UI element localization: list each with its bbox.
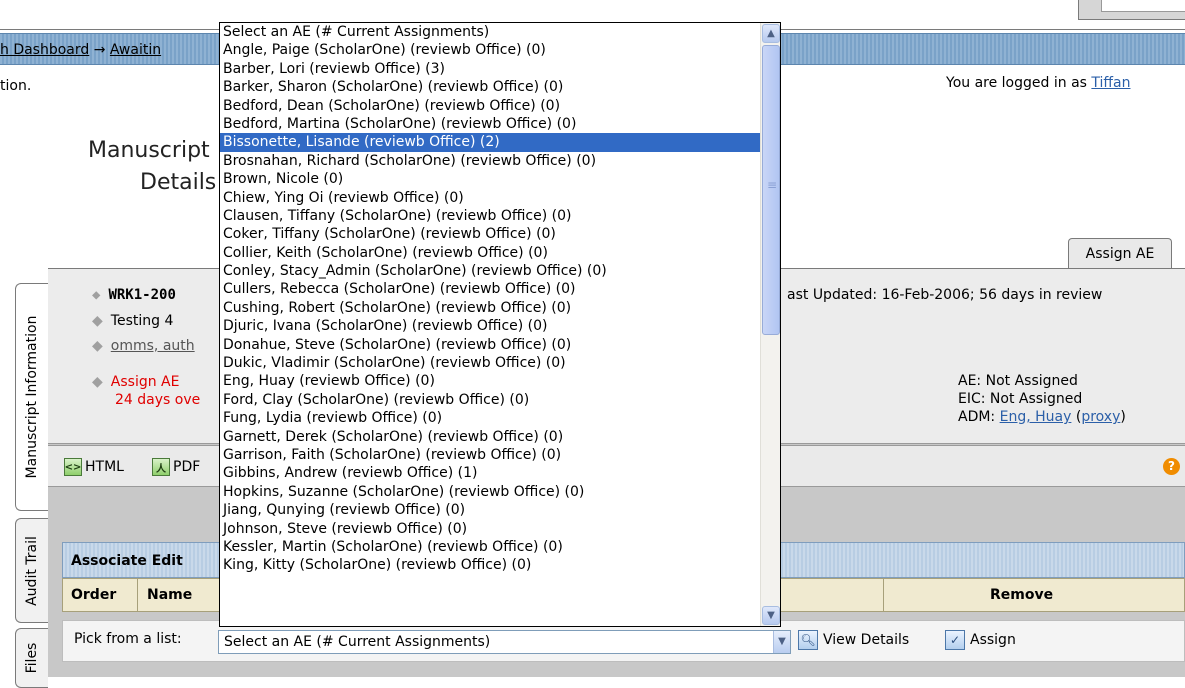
- dropdown-option[interactable]: Donahue, Steve (ScholarOne) (reviewb Off…: [220, 336, 760, 354]
- code-icon: <>: [64, 458, 82, 476]
- magnifier-icon: 🔍︎: [798, 630, 818, 650]
- info-text: tion.: [0, 78, 32, 94]
- dropdown-option[interactable]: Coker, Tiffany (ScholarOne) (reviewb Off…: [220, 225, 760, 243]
- bullet-icon: ◆: [92, 313, 103, 329]
- pdf-button-label: PDF: [173, 459, 201, 475]
- view-details-label: View Details: [823, 632, 910, 648]
- dropdown-option[interactable]: Bedford, Dean (ScholarOne) (reviewb Offi…: [220, 97, 760, 115]
- view-details-button[interactable]: 🔍︎ View Details: [798, 630, 909, 650]
- breadcrumb-awaiting-link[interactable]: Awaitin: [110, 42, 161, 58]
- dropdown-option[interactable]: Bissonette, Lisande (reviewb Office) (2): [220, 133, 760, 152]
- scroll-up-icon[interactable]: ▲: [762, 24, 780, 43]
- manuscript-authors: ◆ omms, auth: [92, 338, 195, 354]
- tab-manuscript-information[interactable]: Manuscript Information: [15, 283, 48, 511]
- manuscript-status: ◆ Assign AE: [92, 374, 179, 390]
- column-divider: [883, 579, 884, 611]
- dropdown-option[interactable]: Brosnahan, Richard (ScholarOne) (reviewb…: [220, 152, 760, 170]
- column-remove: Remove: [990, 587, 1054, 603]
- dropdown-option[interactable]: Angle, Paige (ScholarOne) (reviewb Offic…: [220, 41, 760, 59]
- dropdown-option[interactable]: Barker, Sharon (ScholarOne) (reviewb Off…: [220, 78, 760, 96]
- checkmark-icon: ✓: [945, 630, 965, 650]
- logged-in-prefix: You are logged in as: [946, 75, 1087, 91]
- dropdown-option[interactable]: Garrison, Faith (ScholarOne) (reviewb Of…: [220, 446, 760, 464]
- dropdown-option[interactable]: Conley, Stacy_Admin (ScholarOne) (review…: [220, 262, 760, 280]
- dropdown-option[interactable]: Garnett, Derek (ScholarOne) (reviewb Off…: [220, 428, 760, 446]
- column-order: Order: [71, 587, 117, 603]
- eic-status: EIC: Not Assigned: [958, 391, 1083, 407]
- dropdown-option[interactable]: Johnson, Steve (reviewb Office) (0): [220, 520, 760, 538]
- scrollbar-thumb[interactable]: [762, 45, 780, 335]
- dropdown-option[interactable]: Kessler, Martin (ScholarOne) (reviewb Of…: [220, 538, 760, 556]
- adm-proxy-link[interactable]: proxy: [1081, 409, 1120, 425]
- dropdown-option[interactable]: Select an AE (# Current Assignments): [220, 23, 760, 41]
- dropdown-option[interactable]: Chiew, Ying Oi (reviewb Office) (0): [220, 189, 760, 207]
- breadcrumb-dashboard-link[interactable]: h Dashboard: [0, 42, 89, 58]
- dropdown-option[interactable]: Bedford, Martina (ScholarOne) (reviewb O…: [220, 115, 760, 133]
- dropdown-option[interactable]: Djuric, Ivana (ScholarOne) (reviewb Offi…: [220, 317, 760, 335]
- dropdown-option[interactable]: Brown, Nicole (0): [220, 170, 760, 188]
- page-title: Manuscript: [88, 138, 210, 163]
- tab-manuscript-information-label: Manuscript Information: [24, 315, 40, 479]
- tab-assign-ae[interactable]: Assign AE: [1068, 238, 1172, 268]
- dropdown-option[interactable]: Cullers, Rebecca (ScholarOne) (reviewb O…: [220, 280, 760, 298]
- dropdown-option[interactable]: Barber, Lori (reviewb Office) (3): [220, 60, 760, 78]
- breadcrumb-items: h Dashboard → Awaitin: [0, 42, 161, 58]
- breadcrumb-separator: →: [93, 42, 106, 58]
- dropdown-option[interactable]: Collier, Keith (ScholarOne) (reviewb Off…: [220, 244, 760, 262]
- tab-files-label: Files: [24, 642, 40, 674]
- editor-assignments: AE: Not Assigned EIC: Not Assigned ADM: …: [958, 372, 1126, 426]
- ae-select[interactable]: Select an AE (# Current Assignments) ▼: [218, 630, 791, 654]
- dropdown-option[interactable]: Jiang, Qunying (reviewb Office) (0): [220, 501, 760, 519]
- manuscript-title-text: Testing 4: [110, 313, 174, 329]
- tab-files[interactable]: Files: [15, 628, 48, 688]
- ae-dropdown-list[interactable]: Select an AE (# Current Assignments) Angl…: [219, 22, 781, 627]
- ae-status: AE: Not Assigned: [958, 373, 1078, 389]
- logged-in-text: You are logged in as Tiffan: [946, 75, 1131, 91]
- bullet-icon: ◆: [92, 374, 103, 390]
- dropdown-options: Select an AE (# Current Assignments) Angl…: [220, 23, 760, 575]
- tab-audit-trail[interactable]: Audit Trail: [15, 518, 48, 623]
- column-divider: [137, 579, 138, 611]
- help-icon[interactable]: ?: [1163, 458, 1180, 475]
- assign-button[interactable]: ✓ Assign: [945, 630, 1016, 650]
- pdf-icon: 人: [152, 458, 170, 476]
- manuscript-authors-link[interactable]: omms, auth: [111, 338, 195, 354]
- manuscript-status-overdue: 24 days ove: [115, 392, 201, 408]
- dropdown-option[interactable]: Eng, Huay (reviewb Office) (0): [220, 372, 760, 390]
- dropdown-option[interactable]: Cushing, Robert (ScholarOne) (reviewb Of…: [220, 299, 760, 317]
- ae-select-value: Select an AE (# Current Assignments): [224, 634, 491, 650]
- dropdown-option[interactable]: Ford, Clay (ScholarOne) (reviewb Office)…: [220, 391, 760, 409]
- dropdown-option[interactable]: Fung, Lydia (reviewb Office) (0): [220, 409, 760, 427]
- dropdown-option[interactable]: Gibbins, Andrew (reviewb Office) (1): [220, 464, 760, 482]
- manuscript-id-text: WRK1-200: [108, 287, 176, 303]
- html-button-label: HTML: [85, 459, 124, 475]
- logged-in-user-link[interactable]: Tiffan: [1091, 75, 1130, 91]
- column-name: Name: [147, 587, 193, 603]
- page-subtitle: Details: [140, 170, 217, 195]
- manuscript-status-text: Assign AE: [110, 374, 180, 390]
- dropdown-option[interactable]: Clausen, Tiffany (ScholarOne) (reviewb O…: [220, 207, 760, 225]
- dropdown-option[interactable]: Hopkins, Suzanne (ScholarOne) (reviewb O…: [220, 483, 760, 501]
- chevron-down-icon[interactable]: ▼: [773, 631, 790, 653]
- top-search-box[interactable]: [1078, 0, 1185, 20]
- adm-label: ADM:: [958, 409, 996, 425]
- tab-audit-trail-label: Audit Trail: [24, 535, 40, 606]
- dropdown-option[interactable]: King, Kitty (ScholarOne) (reviewb Office…: [220, 556, 760, 574]
- last-updated-text: ast Updated: 16-Feb-2006; 56 days in rev…: [787, 287, 1103, 303]
- manuscript-id: ◆ WRK1-200: [92, 287, 176, 303]
- dropdown-option[interactable]: Dukic, Vladimir (ScholarOne) (reviewb Of…: [220, 354, 760, 372]
- adm-name-link[interactable]: Eng, Huay: [1000, 409, 1072, 425]
- dropdown-scrollbar[interactable]: ▲ ▼: [760, 23, 780, 626]
- bullet-icon: ◆: [92, 338, 103, 354]
- bullet-icon: ◆: [92, 287, 101, 303]
- pdf-button[interactable]: 人 PDF: [152, 458, 200, 476]
- adm-status: ADM: Eng, Huay (proxy): [958, 409, 1126, 425]
- pick-from-list-label: Pick from a list:: [74, 631, 182, 647]
- scroll-down-icon[interactable]: ▼: [762, 606, 780, 625]
- html-button[interactable]: <> HTML: [64, 458, 124, 476]
- manuscript-title: ◆ Testing 4: [92, 313, 173, 329]
- assign-label: Assign: [970, 632, 1016, 648]
